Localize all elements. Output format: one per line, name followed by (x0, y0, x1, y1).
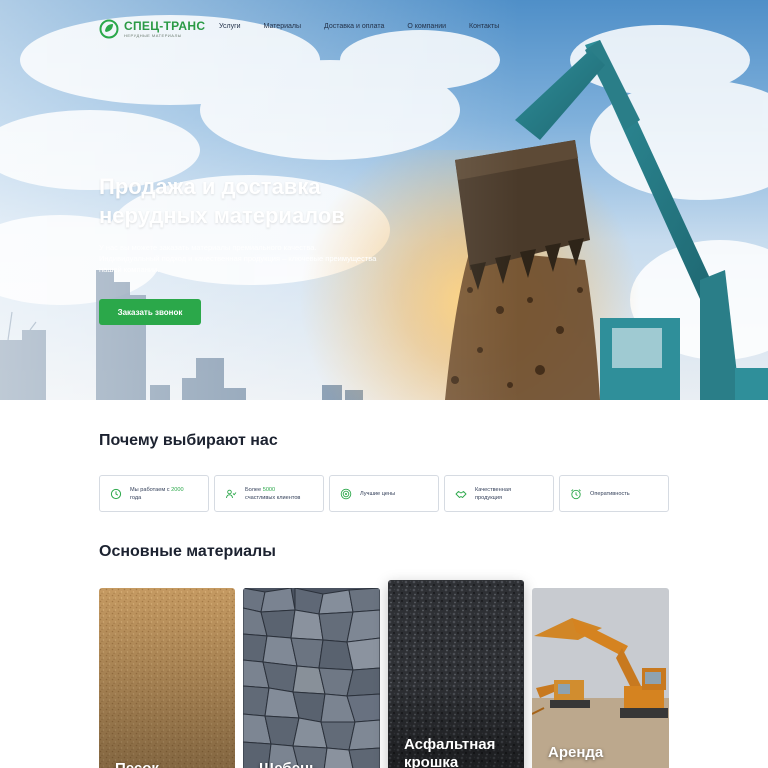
why-us-text-part: Более (245, 486, 263, 493)
hero-title-line2: нерудных материалов (99, 203, 345, 228)
materials-title: Основные материалы (99, 543, 276, 560)
order-call-button[interactable]: Заказать звонок (99, 299, 201, 325)
material-card-asphalt-chips[interactable]: Асфальтная крошка (388, 580, 524, 768)
why-us-text-part: Оперативность (590, 490, 630, 497)
users-icon (226, 489, 237, 498)
why-us-card: Лучшие цены (329, 475, 439, 512)
why-us-text: Мы работаем с 2000 года (130, 486, 184, 502)
handshake-icon (455, 490, 467, 498)
material-card-crushed-stone[interactable]: Щебень (243, 588, 380, 768)
clock-history-icon (110, 488, 122, 499)
leaf-logo-icon (99, 19, 119, 39)
material-card-rental[interactable]: Аренда (532, 588, 669, 768)
why-us-text-part: года (130, 494, 142, 501)
why-us-highlight: 5000 (262, 486, 276, 493)
why-us-title: Почему выбирают нас (99, 432, 278, 449)
why-us-card: Более 5000 счастливых клиентов (214, 475, 324, 512)
brand-tagline: НЕРУДНЫЕ МАТЕРИАЛЫ (124, 32, 182, 38)
hero-title-line1: Продажа и доставка (99, 174, 321, 199)
material-label-line2: крошка (404, 754, 459, 768)
brand-name: СПЕЦ-ТРАНС (124, 18, 206, 33)
nav-item-materials[interactable]: Материалы (264, 23, 301, 30)
brand-logo[interactable]: СПЕЦ-ТРАНС НЕРУДНЫЕ МАТЕРИАЛЫ (99, 14, 205, 44)
why-us-card: Качественная продукция (444, 475, 554, 512)
main-menu: Услуги Материалы Доставка и оплата О ком… (219, 23, 522, 30)
why-us-text: Более 5000 счастливых клиентов (245, 486, 300, 502)
why-us-text-part: продукция (475, 494, 502, 501)
hero-subtitle-line1: У нас вы можете заказать материалы преми… (99, 243, 317, 252)
why-us-text-part: Лучшие цены (360, 490, 396, 497)
hero-subtitle-line2: Индивидуальный подход и качественная про… (99, 254, 377, 263)
header-nav: СПЕЦ-ТРАНС НЕРУДНЫЕ МАТЕРИАЛЫ Услуги Мат… (99, 14, 669, 44)
why-us-list: Мы работаем с 2000 года Более 5000 счаст… (99, 475, 669, 512)
why-us-text: Лучшие цены (360, 490, 395, 498)
why-us-highlight: 2000 (171, 486, 184, 493)
why-us-text-part: Мы работаем с (130, 486, 172, 493)
why-us-text-part: Качественная (475, 486, 511, 493)
nav-item-services[interactable]: Услуги (219, 23, 241, 30)
material-label: Щебень (259, 760, 318, 768)
material-label: Песок (115, 760, 159, 768)
material-card-sand[interactable]: Песок (99, 588, 235, 768)
hero-title: Продажа и доставка нерудных материалов (99, 172, 419, 230)
why-us-text-part: счастливых клиентов (245, 494, 301, 501)
why-us-text: Качественная продукция (475, 486, 511, 502)
target-icon (340, 488, 352, 499)
material-label-line1: Асфальтная (404, 736, 496, 753)
hero-subtitle: У нас вы можете заказать материалы преми… (99, 242, 417, 275)
sand-image (99, 588, 235, 768)
why-us-card: Оперативность (559, 475, 669, 512)
nav-item-about[interactable]: О компании (407, 23, 446, 30)
material-label: Асфальтная крошка (404, 736, 495, 768)
why-us-text: Оперативность (590, 490, 630, 498)
alarm-clock-icon (571, 488, 581, 499)
why-us-card: Мы работаем с 2000 года (99, 475, 209, 512)
nav-item-delivery[interactable]: Доставка и оплата (324, 23, 384, 30)
hero-section: СПЕЦ-ТРАНС НЕРУДНЫЕ МАТЕРИАЛЫ Услуги Мат… (0, 0, 768, 400)
material-label: Аренда (548, 744, 604, 761)
crushed-stone-image (243, 588, 380, 768)
excavators-image (532, 588, 669, 768)
nav-item-contacts[interactable]: Контакты (469, 23, 499, 30)
hero-subtitle-line3: нашей компании. (99, 265, 160, 274)
